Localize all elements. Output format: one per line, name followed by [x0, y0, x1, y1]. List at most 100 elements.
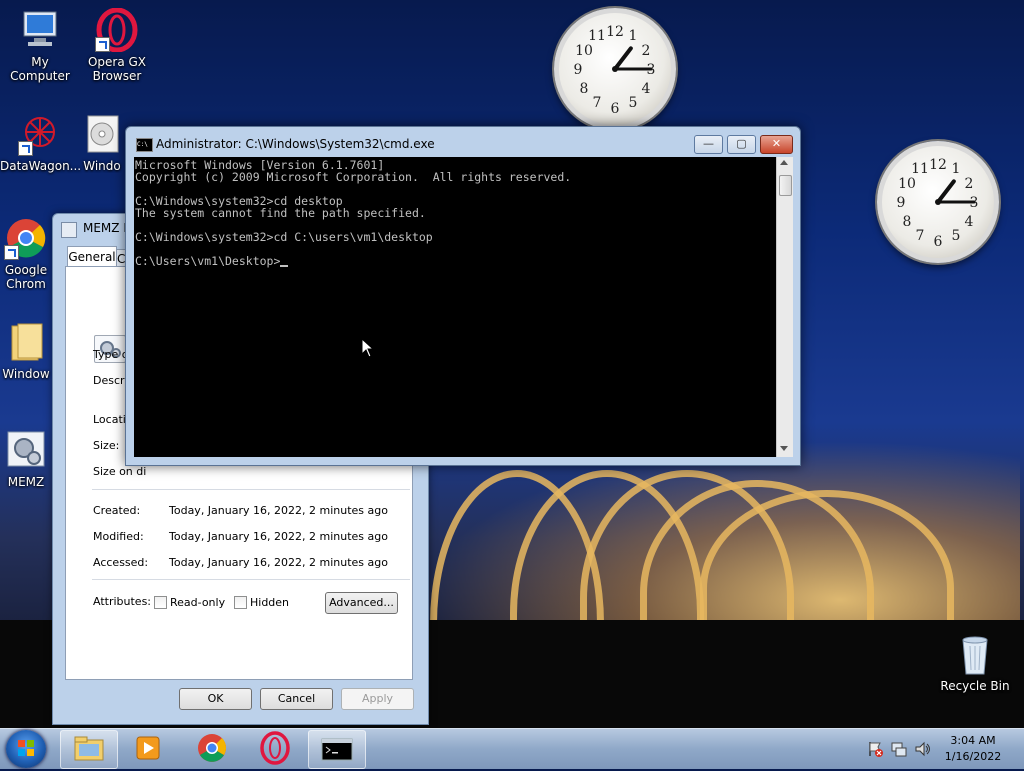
svg-text:9: 9 — [897, 195, 906, 211]
svg-text:9: 9 — [574, 62, 583, 78]
cmd-icon — [321, 738, 353, 761]
attributes-label: Attributes: — [93, 595, 152, 608]
svg-text:7: 7 — [916, 228, 925, 244]
console-output[interactable]: Microsoft Windows [Version 6.1.7601] Cop… — [134, 157, 776, 457]
created-value: Today, January 16, 2022, 2 minutes ago — [169, 504, 388, 517]
properties-title: MEMZ P — [83, 221, 131, 235]
vertical-scrollbar[interactable] — [776, 157, 793, 457]
cmd-window[interactable]: C:\ Administrator: C:\Windows\System32\c… — [125, 126, 801, 466]
advanced-button[interactable]: Advanced... — [325, 592, 398, 614]
desktop-icon-label: MEMZ — [7, 475, 45, 489]
desktop-icon-my-computer[interactable]: My Computer — [0, 8, 80, 83]
svg-text:5: 5 — [629, 95, 638, 111]
computer-icon — [18, 8, 62, 52]
windows-logo-icon — [18, 740, 34, 756]
desktop-icon-label: Google Chrom — [4, 263, 48, 291]
desktop-icon-memz[interactable]: MEMZ — [0, 428, 52, 489]
apply-button[interactable]: Apply — [341, 688, 414, 710]
scroll-up-icon[interactable] — [780, 160, 788, 165]
taskbar-item-cmd[interactable] — [308, 730, 366, 769]
desktop-icon-label: Window — [2, 367, 50, 381]
recycle-bin-icon — [953, 632, 997, 676]
desktop-icon-google-chrome[interactable]: Google Chrom — [0, 216, 52, 291]
svg-text:7: 7 — [593, 95, 602, 111]
close-button[interactable]: ✕ — [760, 135, 793, 154]
hidden-checkbox[interactable] — [234, 596, 247, 609]
svg-text:11: 11 — [911, 161, 929, 177]
desktop-icon-recycle-bin[interactable]: Recycle Bin — [935, 632, 1015, 693]
properties-icon — [61, 222, 77, 238]
clock-face-icon: 12123 4567 891011 — [897, 157, 979, 250]
maximize-button[interactable]: ▢ — [727, 135, 756, 154]
desktop-icon-windows-disc[interactable]: Windo — [77, 112, 127, 173]
taskbar-clock[interactable]: 3:04 AM 1/16/2022 — [930, 733, 1016, 765]
svg-text:2: 2 — [965, 176, 974, 192]
clock-face-icon: 12123 4567 891011 — [574, 24, 656, 117]
svg-text:8: 8 — [903, 214, 912, 230]
readonly-checkbox[interactable] — [154, 596, 167, 609]
desktop-icon-label: Opera GX Browser — [87, 55, 147, 83]
console-line: C:\Windows\system32>cd C:\users\vm1\desk… — [135, 230, 433, 244]
folder-icon — [4, 320, 48, 364]
separator — [92, 579, 410, 580]
svg-text:1: 1 — [952, 161, 961, 177]
readonly-label: Read-only — [170, 596, 226, 609]
scroll-down-icon[interactable] — [780, 446, 788, 451]
accessed-label: Accessed: — [93, 556, 149, 569]
size-on-disk-label: Size on di — [93, 465, 147, 478]
svg-text:5: 5 — [952, 228, 961, 244]
hidden-label: Hidden — [250, 596, 290, 609]
separator — [92, 489, 410, 490]
taskbar-item-opera-gx[interactable] — [247, 730, 303, 767]
svg-text:10: 10 — [575, 43, 593, 59]
action-center-flag-icon[interactable] — [866, 740, 884, 758]
chrome-icon — [4, 216, 48, 260]
size-label: Size: — [93, 439, 120, 452]
memz-app-icon — [4, 428, 48, 472]
clock-gadget[interactable]: 12123 4567 891011 — [877, 141, 999, 263]
ok-button[interactable]: OK — [179, 688, 252, 710]
taskbar-item-explorer[interactable] — [60, 730, 118, 769]
desktop-icon-datawagon[interactable]: DataWagon... — [0, 112, 82, 173]
start-button[interactable] — [6, 730, 46, 768]
svg-text:1: 1 — [629, 28, 638, 44]
modified-label: Modified: — [93, 530, 144, 543]
svg-text:12: 12 — [929, 157, 947, 173]
scrollbar-thumb[interactable] — [779, 175, 792, 196]
clock-gadget[interactable]: 12123 4567 891011 — [554, 8, 676, 130]
desktop-icon-windows-folder[interactable]: Window — [0, 320, 52, 381]
svg-text:4: 4 — [965, 214, 974, 230]
created-label: Created: — [93, 504, 141, 517]
cancel-button[interactable]: Cancel — [260, 688, 333, 710]
cmd-icon: C:\ — [136, 138, 153, 152]
console-line: Copyright (c) 2009 Microsoft Corporation… — [135, 170, 572, 184]
chrome-icon — [198, 734, 226, 762]
svg-text:11: 11 — [588, 28, 606, 44]
minimize-button[interactable]: — — [694, 135, 723, 154]
desktop-icon-label: Windo — [83, 159, 121, 173]
console-line: The system cannot find the path specifie… — [135, 206, 426, 220]
clock-time: 3:04 AM — [950, 734, 996, 747]
desktop-icon-label: DataWagon... — [0, 159, 82, 173]
console-prompt: C:\Users\vm1\Desktop> — [135, 254, 281, 268]
svg-text:6: 6 — [611, 101, 620, 117]
clock-date: 1/16/2022 — [944, 750, 1002, 763]
mouse-pointer-icon — [361, 338, 375, 358]
opera-gx-icon — [95, 7, 139, 53]
media-player-icon — [136, 736, 160, 760]
explorer-folder-icon — [74, 736, 104, 761]
network-icon[interactable] — [890, 740, 908, 758]
svg-text:10: 10 — [898, 176, 916, 192]
taskbar-item-media-player[interactable] — [121, 730, 177, 767]
svg-text:12: 12 — [606, 24, 624, 40]
tab-general[interactable]: General — [67, 246, 117, 268]
svg-text:8: 8 — [580, 81, 589, 97]
opera-gx-icon — [260, 731, 290, 765]
shortcut-arrow-icon — [95, 37, 110, 52]
svg-text:6: 6 — [934, 234, 943, 250]
desktop-icon-opera-gx[interactable]: Opera GX Browser — [77, 7, 157, 83]
taskbar-item-chrome[interactable] — [184, 730, 240, 767]
shortcut-arrow-icon — [18, 141, 33, 156]
svg-text:2: 2 — [642, 43, 651, 59]
desktop-icon-label: My Computer — [10, 55, 70, 83]
